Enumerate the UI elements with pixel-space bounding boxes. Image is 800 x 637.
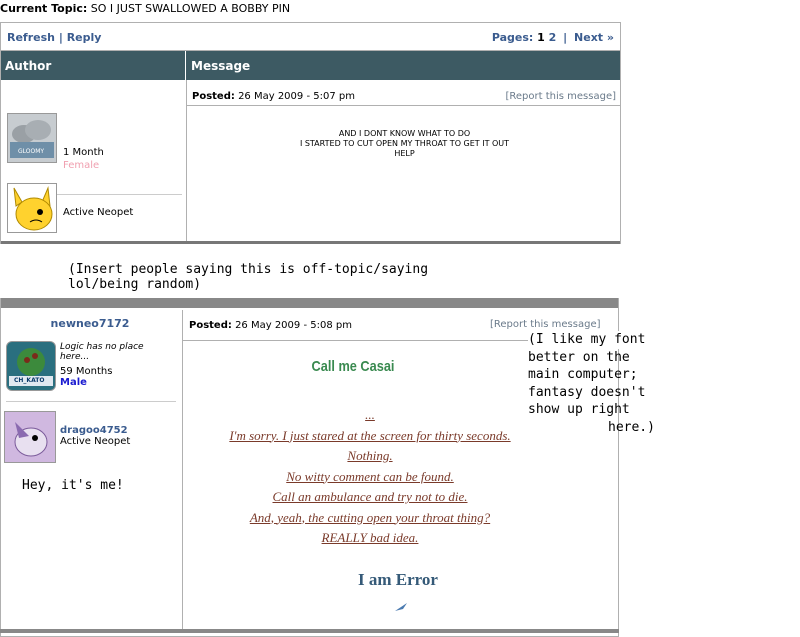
post-2-line-3: No witty comment can be found.: [286, 468, 454, 484]
avatar-kato-label: CH_KATO: [14, 377, 45, 384]
side-note-line-1: (I like my font: [528, 331, 655, 349]
post-1-date: Posted: 26 May 2009 - 5:07 pm: [192, 91, 355, 102]
signature-quote: Logic has no place here...: [60, 342, 144, 362]
report-message-link-2[interactable]: [Report this message]: [490, 319, 601, 330]
table-header: Author Message: [1, 51, 620, 80]
posted-value: 26 May 2009 - 5:07 pm: [238, 91, 355, 102]
call-me-casai: Call me Casai: [311, 358, 395, 375]
post-1-line-3: HELP: [394, 149, 415, 158]
pet-title: Active Neopet: [60, 436, 131, 447]
post-2-line-6: REALLY bad idea.: [321, 530, 419, 545]
pet-name-link[interactable]: dragoo4752: [60, 425, 128, 436]
message-column-header: Message: [191, 59, 251, 73]
thread-actions: Refresh | Reply: [7, 31, 101, 44]
dragon-pet-icon: [14, 422, 48, 457]
side-note-line-4: fantasy doesn't: [528, 384, 646, 400]
feather-icon: [394, 597, 408, 616]
reply-link[interactable]: Reply: [67, 31, 102, 44]
insert-note-line-1: (Insert people saying this is off-topic/…: [68, 262, 429, 277]
post-2-date: Posted: 26 May 2009 - 5:08 pm: [189, 320, 352, 331]
side-note-line-3: main computer;: [528, 367, 638, 383]
yellow-pet-icon: [13, 186, 53, 231]
post-2-line-5: And, yeah, the cutting open your throat …: [249, 509, 491, 525]
side-note-line-5: show up right: [528, 402, 630, 418]
post-2-line-1: I'm sorry. I just stared at the screen f…: [229, 427, 511, 443]
author-1-age: 1 Month: [63, 147, 104, 158]
post-2-line-2: Nothing.: [347, 448, 393, 463]
pages-label: Pages:: [491, 31, 534, 44]
signature-quote-line-2: here...: [60, 352, 90, 362]
author-2-title: Active Neopet: [63, 207, 134, 218]
avatar-kato: CH_KATO: [6, 341, 56, 391]
avatar-dragoo: [4, 411, 56, 463]
post-2-ellipsis: ...: [365, 407, 375, 422]
side-note-line-2: better on the: [528, 349, 630, 365]
post-2-posted-label: Posted:: [189, 320, 232, 331]
avatar-gloomy: GLOOMY: [7, 113, 57, 163]
side-note: (I like my font better on the main compu…: [528, 331, 655, 437]
insert-note: (Insert people saying this is off-topic/…: [68, 262, 428, 292]
posted-label: Posted:: [192, 91, 235, 102]
report-message-link[interactable]: [Report this message]: [506, 91, 617, 102]
post-2-line-4: Call an ambulance and try not to die.: [272, 489, 468, 504]
post-1-message: AND I DONT KNOW WHAT TO DO I STARTED TO …: [191, 129, 618, 159]
current-topic-value: SO I JUST SWALLOWED A BOBBY PIN: [90, 2, 291, 15]
pagination: Pages: 1 2 | Next »: [491, 31, 614, 44]
avatar-label: GLOOMY: [18, 148, 45, 155]
post-2-username[interactable]: newneo7172: [0, 317, 180, 330]
avatar-neopet: [7, 183, 57, 233]
current-topic: Current Topic: SO I JUST SWALLOWED A BOB…: [0, 2, 290, 15]
toolbar-separator: |: [58, 31, 63, 44]
post-1-line-2: I STARTED TO CUT OPEN MY THROAT TO GET I…: [299, 139, 510, 148]
forum-thread-table: Refresh | Reply Pages: 1 2 | Next » Auth…: [0, 22, 621, 244]
signoff-i-am-error: I am Error: [358, 570, 438, 589]
page-2-link[interactable]: 2: [549, 31, 557, 44]
post-2-posted-value: 26 May 2009 - 5:08 pm: [235, 320, 352, 331]
signature-quote-line-1: Logic has no place: [60, 342, 144, 352]
hey-note: Hey, it's me!: [22, 478, 124, 493]
author-column-header: Author: [5, 59, 52, 73]
author-1-gender: Female: [63, 160, 100, 171]
current-topic-label: Current Topic:: [0, 2, 88, 15]
insert-note-line-2: lol/being random): [68, 277, 202, 292]
post-2-gender: Male: [60, 377, 87, 388]
thread-toolbar: Refresh | Reply Pages: 1 2 | Next »: [1, 23, 620, 51]
page-1-current: 1: [537, 31, 545, 44]
side-note-line-6: here.): [608, 419, 655, 435]
next-page-link[interactable]: Next »: [574, 31, 614, 44]
refresh-link[interactable]: Refresh: [7, 31, 55, 44]
post-2-message: ... I'm sorry. I just stared at the scre…: [183, 405, 557, 549]
post-2-age: 59 Months: [60, 366, 113, 377]
post-1-line-1: AND I DONT KNOW WHAT TO DO: [338, 129, 471, 138]
